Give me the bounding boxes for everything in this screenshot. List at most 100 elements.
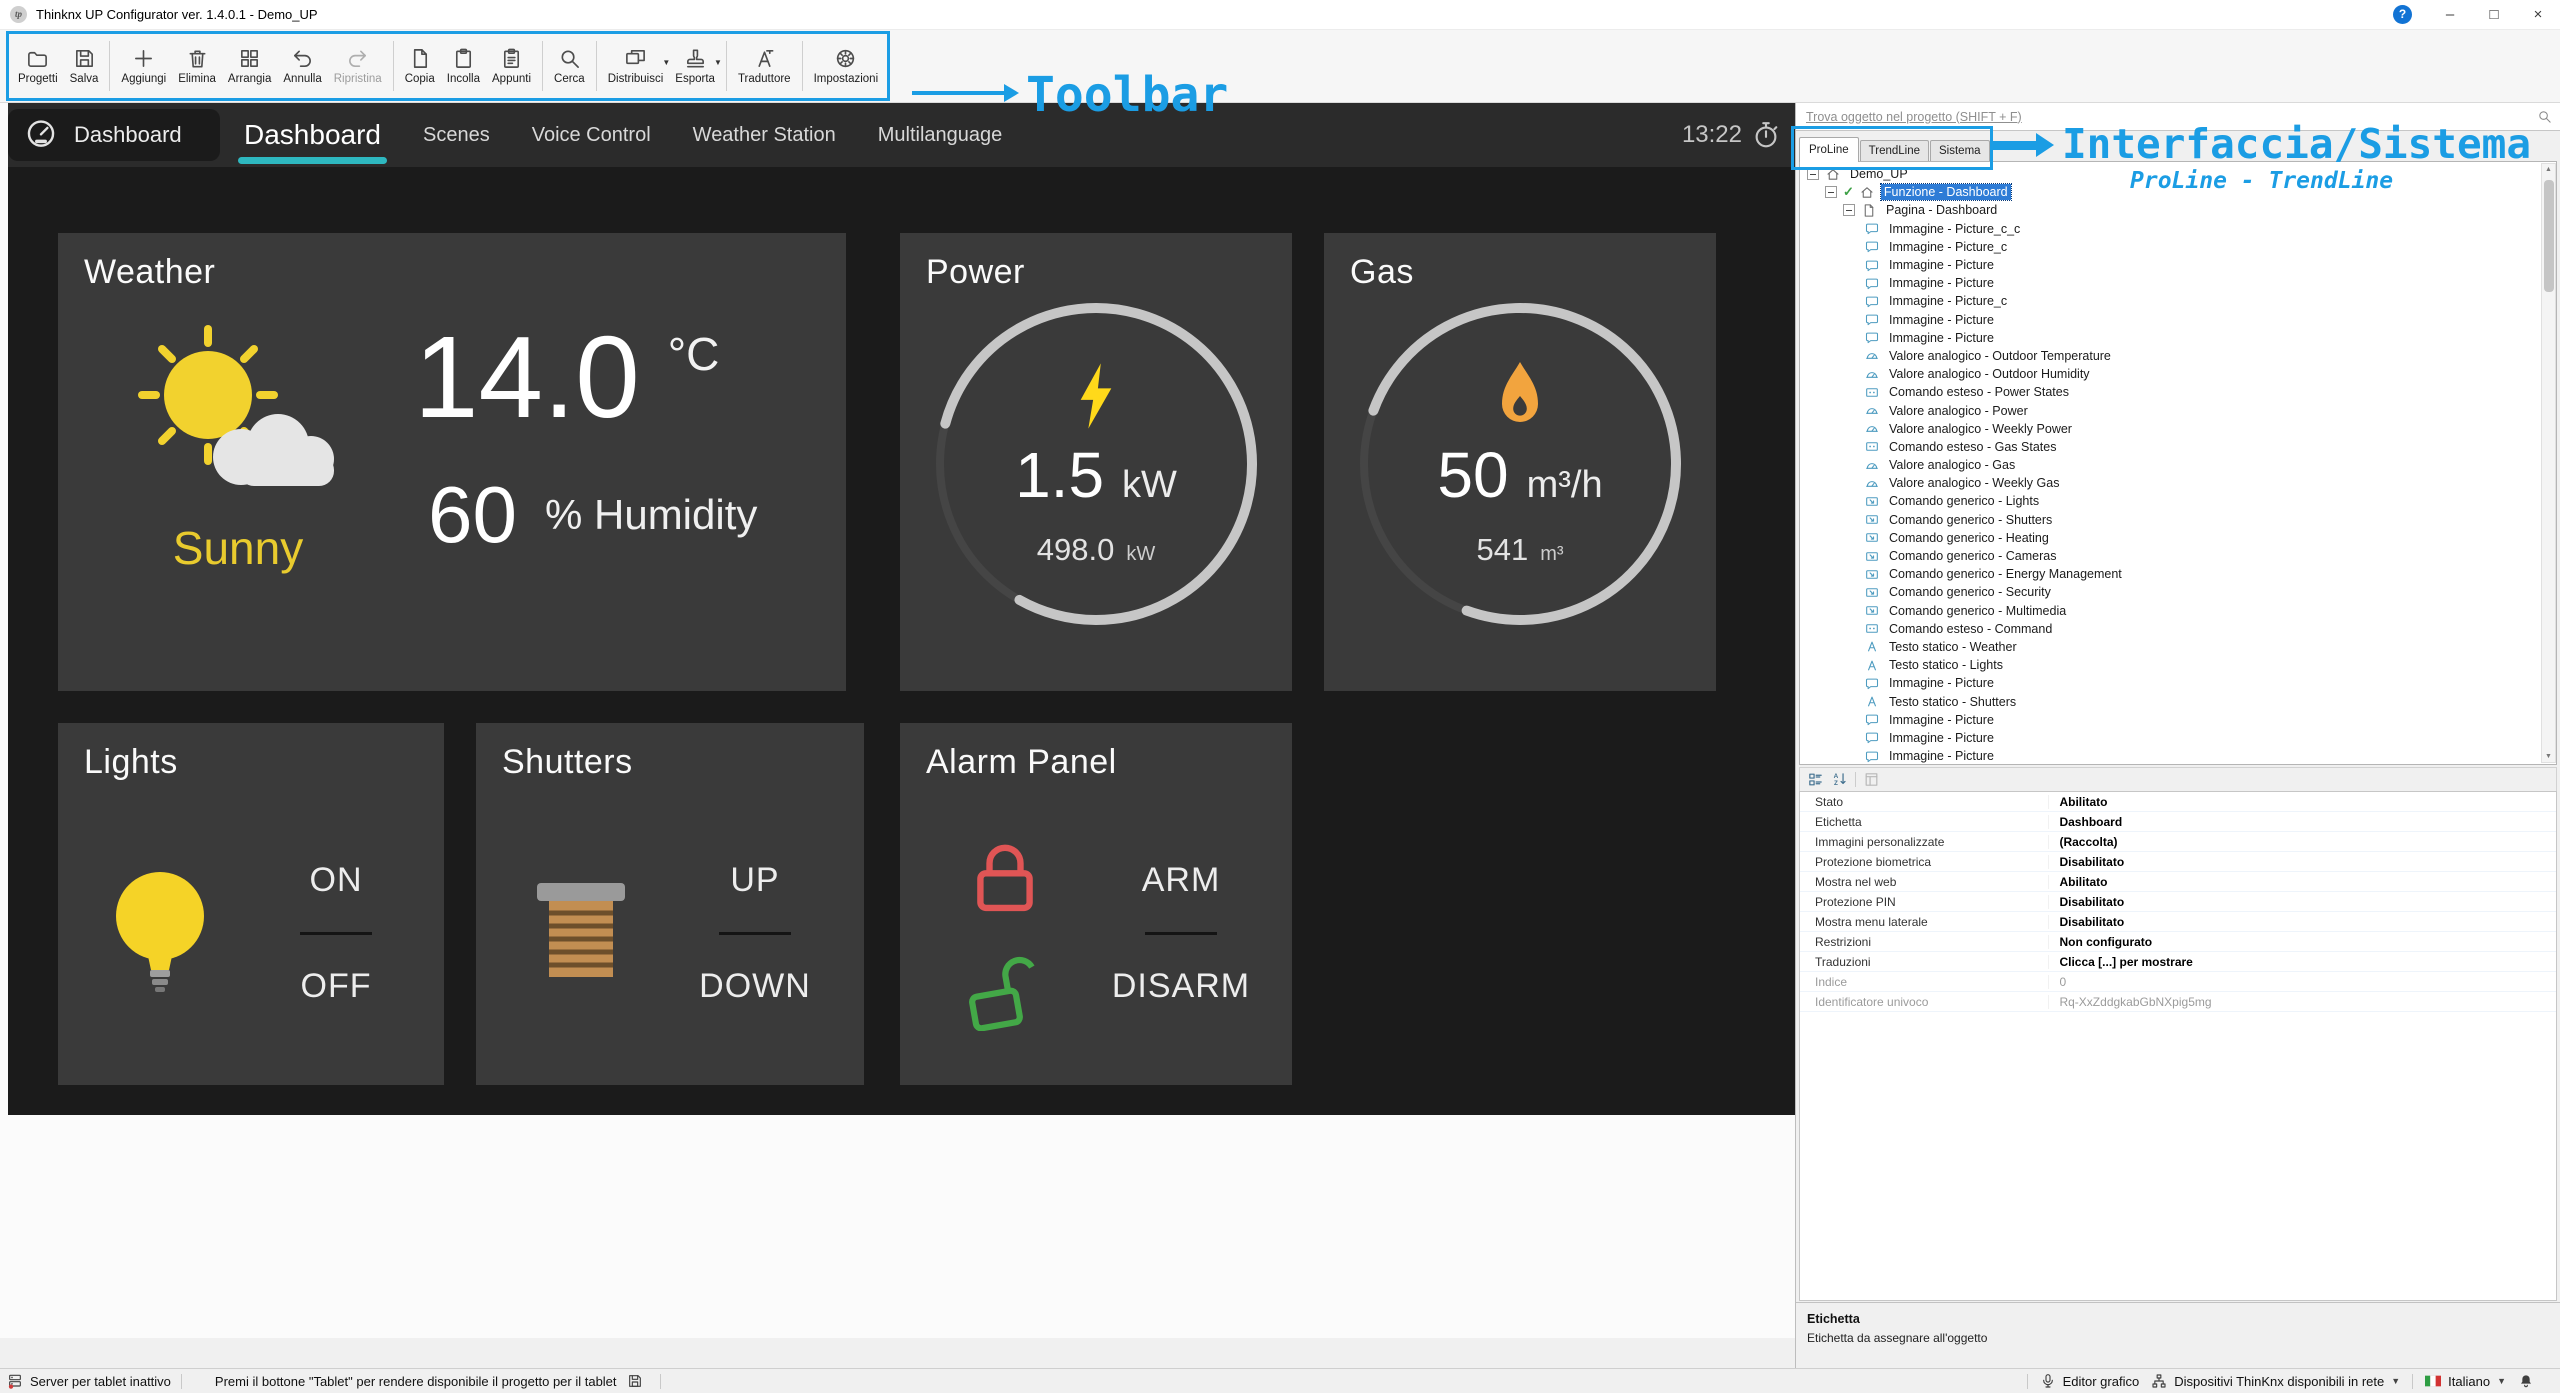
tree-item[interactable]: ✓ Testo statico - Lights <box>1800 656 2556 674</box>
Identificatore univoco[interactable]: Identificatore univoco Rq-XxZddgkabGbNXp… <box>1800 992 2556 1012</box>
toolbar-button[interactable]: ▼ <box>802 41 803 91</box>
scroll-down-icon[interactable]: ▼ <box>2542 753 2555 760</box>
maximize-button[interactable]: □ <box>2472 0 2516 30</box>
tree-item-label[interactable]: Immagine - Picture <box>1886 330 1997 346</box>
tree-item-label[interactable]: Valore analogico - Outdoor Temperature <box>1886 348 2114 364</box>
property-value[interactable]: Rq-XxZddgkabGbNXpig5mg <box>2049 995 2556 1009</box>
Mostra nel web[interactable]: Mostra nel web Abilitato <box>1800 872 2556 892</box>
Etichetta[interactable]: Etichetta Dashboard <box>1800 812 2556 832</box>
close-button[interactable]: × <box>2516 0 2560 30</box>
shutters-up-button[interactable]: UP <box>730 861 779 900</box>
tree-item[interactable]: ✓ Comando generico - Heating <box>1800 529 2556 547</box>
dashboard-home-box[interactable]: Dashboard <box>8 109 220 161</box>
toolbar-button[interactable]: Progetti ▼ <box>12 34 64 98</box>
tree-item-label[interactable]: Comando esteso - Gas States <box>1886 439 2059 455</box>
tree-item-label[interactable]: Valore analogico - Outdoor Humidity <box>1886 366 2093 382</box>
toolbar-button[interactable]: Incolla ▼ <box>441 34 486 98</box>
lights-card[interactable]: Lights ON OFF <box>58 723 444 1085</box>
chevron-down-icon[interactable]: ▼ <box>714 58 722 67</box>
gas-card[interactable]: Gas 50 m³/h <box>1324 233 1716 691</box>
chevron-down-icon[interactable]: ▼ <box>2391 1376 2400 1386</box>
minimize-button[interactable]: – <box>2428 0 2472 30</box>
tree-item-label[interactable]: Immagine - Picture <box>1886 748 1997 764</box>
tree-item-label[interactable]: Valore analogico - Gas <box>1886 457 2018 473</box>
property-value[interactable]: Non configurato <box>2049 935 2556 949</box>
Immagini personalizzate[interactable]: Immagini personalizzate (Raccolta) <box>1800 832 2556 852</box>
dashboard-tab[interactable]: Scenes <box>423 124 490 147</box>
tree-item[interactable]: ✓ Comando generico - Security <box>1800 583 2556 601</box>
property-value[interactable]: Dashboard <box>2049 815 2556 829</box>
dashboard-canvas[interactable]: Dashboard Dashboard Scenes Voice Control… <box>8 103 1795 1115</box>
toolbar-button[interactable]: Copia ▼ <box>399 34 441 98</box>
tree-item-label[interactable]: Immagine - Picture <box>1886 257 1997 273</box>
scroll-up-icon[interactable]: ▲ <box>2542 166 2555 173</box>
Stato[interactable]: Stato Abilitato <box>1800 792 2556 812</box>
status-item[interactable]: Italiano ▼ <box>2425 1373 2506 1389</box>
tree-item[interactable]: ✓ Immagine - Picture <box>1800 711 2556 729</box>
status-item[interactable]: ▼ <box>2027 1374 2028 1389</box>
property-value[interactable]: 0 <box>2049 975 2556 989</box>
tree-item-label[interactable]: Demo_UP <box>1847 166 1911 182</box>
property-value[interactable]: (Raccolta) <box>2049 835 2556 849</box>
panel-tab[interactable]: TrendLine <box>1860 140 1929 162</box>
tree-item[interactable]: ✓ Valore analogico - Weekly Gas <box>1800 474 2556 492</box>
tree-item-label[interactable]: Immagine - Picture_c <box>1886 239 2010 255</box>
tree-item[interactable]: ✓ Immagine - Picture_c <box>1800 292 2556 310</box>
toolbar-button[interactable]: ▼ <box>726 41 727 91</box>
toolbar-button[interactable]: Ripristina ▼ <box>328 34 388 98</box>
tree-item-label[interactable]: Valore analogico - Power <box>1886 403 2031 419</box>
lights-off-button[interactable]: OFF <box>301 967 372 1006</box>
dashboard-tab[interactable]: Dashboard <box>244 119 381 151</box>
toolbar-button[interactable]: Elimina ▼ <box>172 34 222 98</box>
toolbar-button[interactable]: Appunti ▼ <box>486 34 537 98</box>
tree-item[interactable]: ✓ Immagine - Picture_c <box>1800 238 2556 256</box>
tree-item[interactable]: ✓ Immagine - Picture <box>1800 729 2556 747</box>
tree-item-label[interactable]: Immagine - Picture_c <box>1886 293 2010 309</box>
toolbar-button[interactable]: ▼ <box>596 41 597 91</box>
properties-toolbar-icon[interactable] <box>1807 771 1824 788</box>
tree-item-label[interactable]: Comando generico - Multimedia <box>1886 603 2069 619</box>
tree-item[interactable]: ✓ Immagine - Picture <box>1800 674 2556 692</box>
toolbar-button[interactable]: Traduttore ▼ <box>732 34 797 98</box>
power-card[interactable]: Power 1.5 kW <box>900 233 1292 691</box>
status-item[interactable]: Dispositivi ThinKnx disponibili in rete … <box>2151 1373 2400 1389</box>
tree-item[interactable]: ✓ Demo_UP <box>1800 165 2556 183</box>
tree-item[interactable]: ✓ Valore analogico - Gas <box>1800 456 2556 474</box>
search-icon[interactable] <box>2537 109 2552 124</box>
tree-item[interactable]: ✓ Comando generico - Energy Management <box>1800 565 2556 583</box>
tree-item-label[interactable]: Comando generico - Energy Management <box>1886 566 2125 582</box>
weather-card[interactable]: Weather <box>58 233 846 691</box>
Restrizioni[interactable]: Restrizioni Non configurato <box>1800 932 2556 952</box>
shutters-down-button[interactable]: DOWN <box>699 967 811 1006</box>
tree-collapse-icon[interactable] <box>1843 204 1855 216</box>
tree-item[interactable]: ✓ Valore analogico - Weekly Power <box>1800 420 2556 438</box>
panel-tab[interactable]: Sistema <box>1930 140 1990 162</box>
tree-item[interactable]: ✓ Immagine - Picture <box>1800 256 2556 274</box>
toolbar-button[interactable]: Annulla ▼ <box>277 34 327 98</box>
properties-toolbar-icon[interactable] <box>1863 771 1880 788</box>
tree-item[interactable]: ✓ Immagine - Picture <box>1800 329 2556 347</box>
status-item[interactable]: ▼ <box>2412 1374 2413 1389</box>
Protezione PIN[interactable]: Protezione PIN Disabilitato <box>1800 892 2556 912</box>
Protezione biometrica[interactable]: Protezione biometrica Disabilitato <box>1800 852 2556 872</box>
tree-item[interactable]: ✓ Comando esteso - Command <box>1800 620 2556 638</box>
tree-collapse-icon[interactable] <box>1825 186 1837 198</box>
tree-item[interactable]: ✓ Valore analogico - Outdoor Humidity <box>1800 365 2556 383</box>
tree-item[interactable]: ✓ Comando esteso - Power States <box>1800 383 2556 401</box>
tree-item-label[interactable]: Valore analogico - Weekly Power <box>1886 421 2075 437</box>
status-item[interactable]: Editor grafico ▼ <box>2040 1373 2140 1389</box>
tree-item-label[interactable]: Funzione - Dashboard <box>1881 184 2011 200</box>
tree-item-label[interactable]: Immagine - Picture <box>1886 730 1997 746</box>
toolbar-button[interactable]: Aggiungi ▼ <box>115 34 172 98</box>
project-search-input[interactable] <box>1804 109 2537 125</box>
tree-collapse-icon[interactable] <box>1807 168 1819 180</box>
tree-item-label[interactable]: Immagine - Picture <box>1886 675 1997 691</box>
property-value[interactable]: Disabilitato <box>2049 855 2556 869</box>
dashboard-tab[interactable]: Weather Station <box>693 124 836 147</box>
toolbar-button[interactable]: ▼ <box>542 41 543 91</box>
Indice[interactable]: Indice 0 <box>1800 972 2556 992</box>
tree-item[interactable]: ✓ Comando generico - Cameras <box>1800 547 2556 565</box>
status-item[interactable]: ▼ <box>2518 1373 2541 1389</box>
chevron-down-icon[interactable]: ▼ <box>2497 1376 2506 1386</box>
properties-toolbar-icon[interactable]: AZ <box>1831 771 1848 788</box>
